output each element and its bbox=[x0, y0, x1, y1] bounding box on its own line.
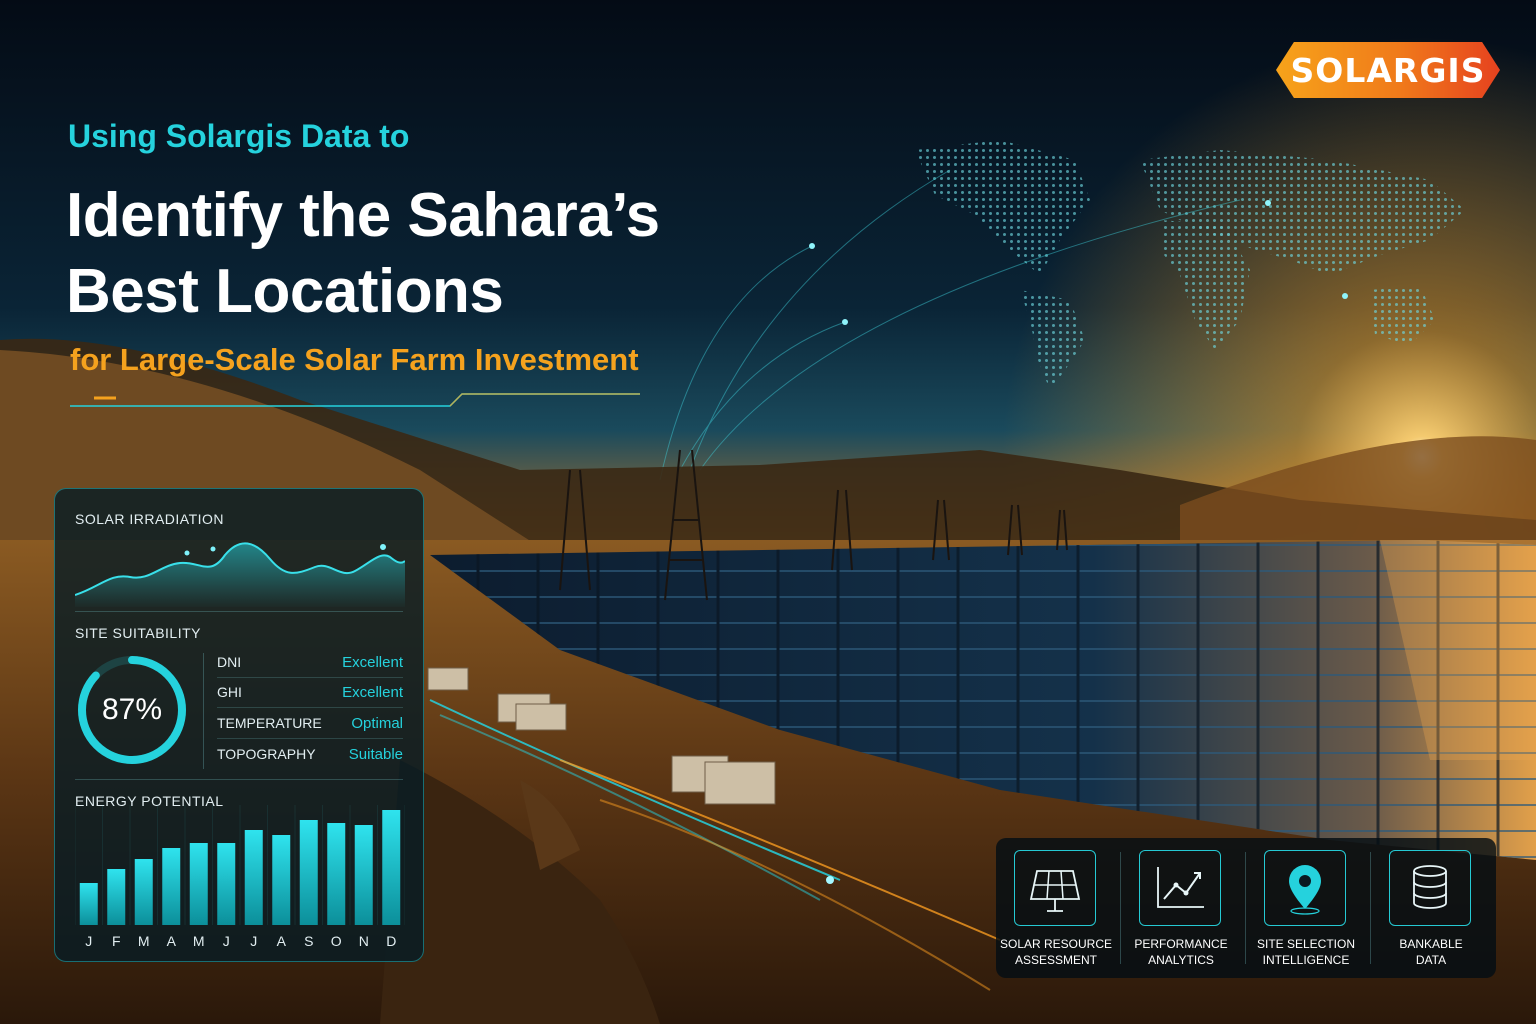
database-icon bbox=[1389, 850, 1471, 926]
metric-name: TEMPERATURE bbox=[217, 715, 322, 731]
month-tick-label: M bbox=[192, 933, 205, 949]
line-chart-icon bbox=[1139, 850, 1221, 926]
headline-underline bbox=[70, 393, 640, 407]
energy-bar bbox=[79, 883, 98, 925]
month-tick-label: J bbox=[250, 933, 258, 949]
month-tick-label: D bbox=[386, 933, 397, 949]
energy-bar bbox=[354, 825, 373, 925]
headline-title-line-1: Identify the Sahara’s bbox=[66, 181, 660, 250]
metric-row-ghi: GHI Excellent bbox=[217, 677, 403, 708]
energy-bar bbox=[107, 869, 126, 925]
feature-card-bankable-data[interactable]: BANKABLE DATA bbox=[1371, 838, 1496, 978]
site-suitability-title: SITE SUITABILITY bbox=[75, 625, 201, 641]
energy-bar bbox=[299, 820, 318, 925]
metric-row-temperature: TEMPERATURE Optimal bbox=[217, 708, 403, 739]
suitability-score-label: 87% bbox=[101, 693, 163, 726]
feature-label: PERFORMANCE ANALYTICS bbox=[1121, 936, 1241, 968]
feature-label-line: ASSESSMENT bbox=[1014, 953, 1098, 967]
metric-value: Optimal bbox=[351, 715, 403, 732]
month-tick-label: F bbox=[111, 933, 121, 949]
feature-label: BANKABLE DATA bbox=[1371, 936, 1491, 968]
month-tick-label: N bbox=[358, 933, 369, 949]
feature-label-line: DATA bbox=[1415, 953, 1447, 967]
month-tick-label: A bbox=[166, 933, 176, 949]
metric-name: DNI bbox=[217, 654, 242, 670]
energy-bar bbox=[217, 843, 236, 925]
metric-name: TOPOGRAPHY bbox=[217, 746, 316, 762]
metric-value: Excellent bbox=[342, 654, 403, 671]
suitability-score-ring: 87% bbox=[75, 653, 189, 767]
energy-bar bbox=[272, 835, 291, 925]
headline-subtitle: for Large-Scale Solar Farm Investment bbox=[70, 342, 639, 377]
solargis-logo[interactable]: SOLARGIS bbox=[1276, 42, 1500, 98]
energy-bar bbox=[134, 859, 153, 925]
energy-bar bbox=[189, 843, 208, 925]
month-tick-label: S bbox=[304, 933, 314, 949]
feature-card-performance[interactable]: PERFORMANCE ANALYTICS bbox=[1121, 838, 1246, 978]
metric-row-topography: TOPOGRAPHY Suitable bbox=[217, 739, 403, 769]
energy-bar bbox=[162, 848, 181, 925]
month-tick-label: J bbox=[222, 933, 230, 949]
solar-irradiation-title: SOLAR IRRADIATION bbox=[75, 511, 225, 527]
metric-row-dni: DNI Excellent bbox=[217, 647, 403, 678]
headline-title-line-2: Best Locations bbox=[66, 257, 504, 326]
panel-divider bbox=[75, 779, 403, 780]
feature-label-line: BANKABLE bbox=[1399, 937, 1463, 951]
feature-card-solar-resource[interactable]: SOLAR RESOURCE ASSESSMENT bbox=[996, 838, 1121, 978]
solar-panel-icon bbox=[1014, 850, 1096, 926]
feature-card-site-selection[interactable]: SITE SELECTION INTELLIGENCE bbox=[1246, 838, 1371, 978]
feature-label-line: SITE SELECTION bbox=[1256, 937, 1356, 951]
metric-value: Excellent bbox=[342, 684, 403, 701]
month-tick-label: J bbox=[85, 933, 93, 949]
metric-name: GHI bbox=[217, 684, 242, 700]
feature-label-line: PERFORMANCE bbox=[1134, 937, 1228, 951]
feature-label: SOLAR RESOURCE ASSESSMENT bbox=[996, 936, 1116, 968]
feature-label: SITE SELECTION INTELLIGENCE bbox=[1246, 936, 1366, 968]
panel-divider bbox=[75, 611, 403, 612]
dashboard-panel: SOLAR IRRADIATION SITE SUITABILITY 87% D… bbox=[54, 488, 424, 962]
map-pin-icon bbox=[1264, 850, 1346, 926]
month-tick-label: O bbox=[330, 933, 342, 949]
headline-title: Identify the Sahara’s Best Locations bbox=[66, 178, 660, 330]
solar-irradiation-sparkline bbox=[75, 542, 405, 607]
month-tick-label: A bbox=[276, 933, 286, 949]
metric-value: Suitable bbox=[348, 746, 403, 763]
feature-label-line: ANALYTICS bbox=[1148, 953, 1214, 967]
feature-label-line: SOLAR RESOURCE bbox=[999, 937, 1113, 951]
feature-cards: SOLAR RESOURCE ASSESSMENT PERFORMANCE AN… bbox=[996, 838, 1496, 978]
feature-label-line: INTELLIGENCE bbox=[1262, 953, 1350, 967]
energy-bar bbox=[327, 823, 346, 925]
energy-bar bbox=[244, 830, 263, 925]
energy-bar bbox=[382, 810, 401, 925]
headline-intro: Using Solargis Data to bbox=[68, 118, 410, 154]
suitability-separator bbox=[203, 653, 204, 769]
month-tick-label: M bbox=[137, 933, 150, 949]
energy-potential-chart bbox=[75, 805, 405, 925]
